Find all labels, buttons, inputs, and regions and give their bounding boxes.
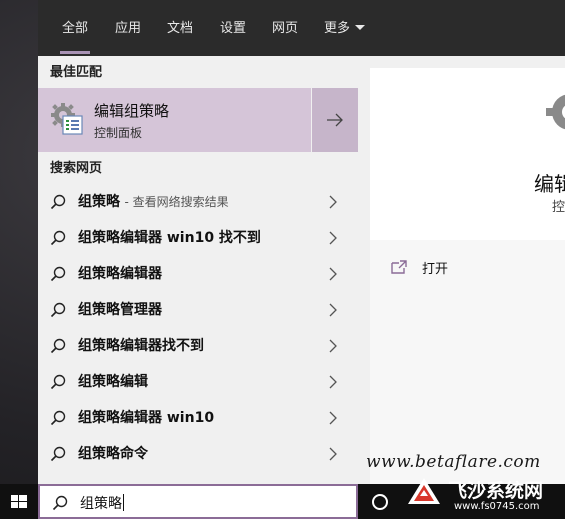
chevron-right-icon [329,375,337,389]
tab-apps[interactable]: 应用 [115,18,141,40]
search-icon [50,302,66,318]
text-cursor [123,494,124,511]
watermark-text: www.betaflare.com [366,452,541,472]
web-result-query: 组策略编辑器 win10 找不到 [78,230,261,246]
web-result-item[interactable]: 组策略管理器 [38,292,358,328]
web-result-item[interactable]: 组策略 - 查看网络搜索结果 [38,184,358,220]
tab-more[interactable]: 更多 [324,18,366,40]
preview-title: 编辑 [534,172,565,196]
search-input[interactable]: 组策略 [80,493,124,513]
web-result-item[interactable]: 组策略编辑器 win10 找不到 [38,220,358,256]
chevron-right-icon [329,267,337,281]
open-button[interactable]: 打开 [390,256,510,280]
web-result-text: 组策略管理器 [78,301,162,319]
web-result-text: 组策略编辑器 [78,265,162,283]
web-search-heading: 搜索网页 [50,161,103,176]
web-result-item[interactable]: 组策略命令 [38,436,358,472]
search-icon [50,446,66,462]
preview-subtitle: 控 [552,200,565,215]
tab-documents[interactable]: 文档 [167,18,193,40]
web-result-item[interactable]: 组策略编辑器 win10 [38,400,358,436]
best-match-subtitle: 控制面板 [94,126,143,140]
group-policy-gear-icon [51,103,83,135]
preview-pane: 编辑 控 打开 [370,68,565,484]
web-result-item[interactable]: 组策略编辑 [38,364,358,400]
best-match-heading: 最佳匹配 [50,65,103,80]
search-icon [50,410,66,426]
web-result-text: 组策略编辑器 win10 [78,409,214,427]
web-result-text: 组策略编辑器找不到 [78,337,204,355]
web-result-suffix: - 查看网络搜索结果 [124,195,229,209]
web-result-query: 组策略编辑 [78,374,148,390]
web-result-text: 组策略 - 查看网络搜索结果 [78,193,229,211]
search-icon [50,338,66,354]
chevron-right-icon [329,195,337,209]
web-result-item[interactable]: 组策略编辑器 [38,256,358,292]
web-result-query: 组策略编辑器找不到 [78,338,204,354]
tab-settings[interactable]: 设置 [220,18,246,40]
search-filter-bar: 全部 应用 文档 设置 网页 更多 [38,0,565,56]
watermark-brand: 飞沙系统网 [448,480,544,502]
web-result-query: 组策略管理器 [78,302,162,318]
web-result-item[interactable]: 组策略编辑器找不到 [38,328,358,364]
search-icon [50,374,66,390]
web-result-text: 组策略命令 [78,445,148,463]
group-policy-gear-icon [546,94,565,130]
open-label: 打开 [422,262,449,277]
tab-more-label: 更多 [324,21,351,36]
open-window-icon [391,260,407,274]
chevron-right-icon [329,303,337,317]
search-icon [50,194,66,210]
web-result-query: 组策略编辑器 win10 [78,410,215,426]
results-list: 最佳匹配 编辑组策略 控制面板 搜索网页 组策略 - 查看网络搜索结果 组策略编… [38,56,358,484]
taskbar-search-box[interactable]: 组策略 [38,484,358,519]
chevron-right-icon [329,339,337,353]
chevron-right-icon [329,411,337,425]
web-result-text: 组策略编辑器 win10 找不到 [78,229,261,247]
watermark-logo-icon [408,478,440,504]
windows-logo-icon [11,495,27,508]
watermark-url: www.fs0745.com [454,501,540,512]
preview-header: 编辑 控 [370,68,565,240]
chevron-right-icon [329,447,337,461]
tab-web[interactable]: 网页 [272,18,298,40]
tab-all[interactable]: 全部 [59,18,91,54]
start-search-panel: 全部 应用 文档 设置 网页 更多 最佳匹配 编辑组策略 控制面板 搜索网页 组… [38,0,565,484]
search-icon [50,266,66,282]
search-icon [52,495,68,511]
cortana-circle-icon[interactable] [370,492,390,512]
expand-preview-button[interactable] [311,88,358,152]
chevron-right-icon [329,231,337,245]
search-icon [50,230,66,246]
best-match-item[interactable]: 编辑组策略 控制面板 [38,88,310,152]
best-match-title: 编辑组策略 [94,102,170,120]
web-result-query: 组策略命令 [78,446,148,462]
web-result-text: 组策略编辑 [78,373,148,391]
web-result-query: 组策略 [78,194,120,210]
arrow-right-icon [327,113,343,127]
web-result-query: 组策略编辑器 [78,266,162,282]
chevron-down-icon [355,25,366,30]
search-input-value: 组策略 [80,496,122,512]
best-match-result: 编辑组策略 控制面板 [38,88,358,152]
start-button[interactable] [0,484,38,519]
